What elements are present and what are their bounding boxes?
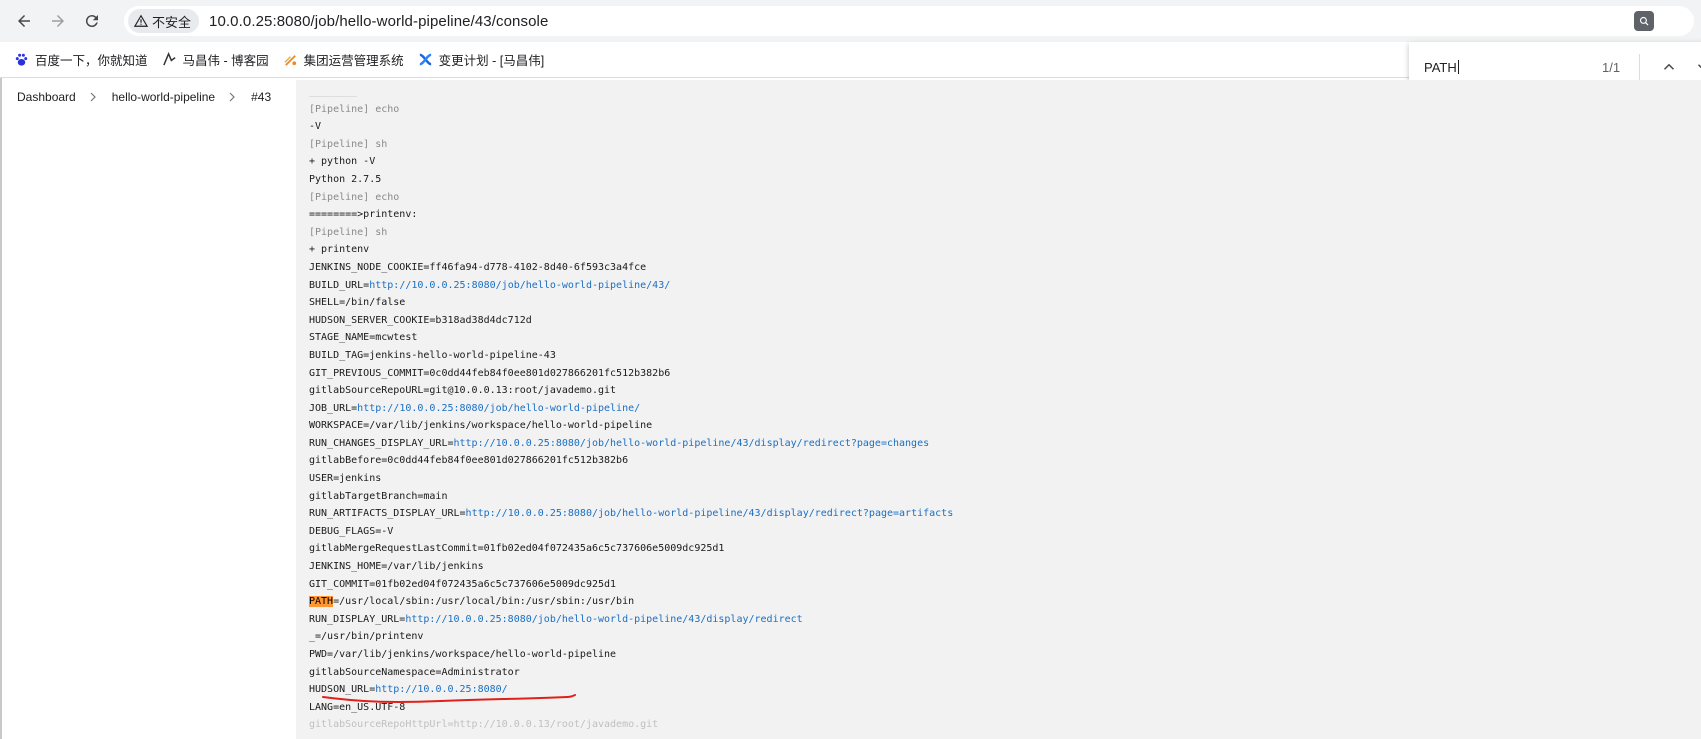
console-line: WORKSPACE=/var/lib/jenkins/workspace/hel… xyxy=(309,420,653,432)
console-line-path: PATH=/usr/local/sbin:/usr/local/bin:/usr… xyxy=(309,593,953,611)
console-line: _=/usr/bin/printenv xyxy=(309,631,424,643)
bookmark-label: 百度一下，你就知道 xyxy=(35,54,148,68)
console-line-env-url: RUN_ARTIFACTS_DISPLAY_URL=http://10.0.0.… xyxy=(309,505,953,523)
console-output: ________ [Pipeline] echo -V [Pipeline] sh +… xyxy=(296,80,1701,739)
env-url-link[interactable]: http://10.0.0.25:8080/job/hello-world-pi… xyxy=(454,438,930,449)
confluence-x-icon xyxy=(418,52,433,67)
console-line-pipeline-step: [Pipeline] echo xyxy=(309,191,400,203)
console-line: JENKINS_NODE_COOKIE=ff46fa94-d778-4102-8… xyxy=(309,261,647,273)
find-divider xyxy=(1639,54,1640,80)
console-line-env-url: RUN_DISPLAY_URL=http://10.0.0.25:8080/jo… xyxy=(309,611,953,629)
console-line-pipeline-step: [Pipeline] sh xyxy=(309,226,388,238)
breadcrumb-job[interactable]: hello-world-pipeline xyxy=(112,90,215,104)
find-match-highlight: PATH xyxy=(309,596,334,608)
env-key: RUN_ARTIFACTS_DISPLAY_URL= xyxy=(309,508,466,520)
side-panel xyxy=(0,115,296,739)
flame-logo-icon xyxy=(283,52,298,67)
console-line-env-url: BUILD_URL=http://10.0.0.25:8080/job/hell… xyxy=(309,277,953,295)
env-key: RUN_DISPLAY_URL= xyxy=(309,613,406,625)
console-line-pipeline-step: [Pipeline] echo xyxy=(309,103,400,115)
warning-triangle-icon xyxy=(134,14,148,27)
red-underline-annotation xyxy=(322,694,576,703)
console-line: GIT_COMMIT=01fb02ed04f072435a6c5c737606e… xyxy=(309,578,617,590)
console-line-faded: ________ xyxy=(309,86,358,97)
find-query: PATH xyxy=(1424,59,1457,75)
console-lines: ________ [Pipeline] echo -V [Pipeline] sh +… xyxy=(309,83,953,734)
forward-button[interactable] xyxy=(44,7,72,35)
path-value: =/usr/local/sbin:/usr/local/bin:/usr/sbi… xyxy=(333,596,635,608)
env-key: BUILD_URL= xyxy=(309,279,370,291)
console-line: + python -V xyxy=(309,156,376,168)
env-url-link[interactable]: http://10.0.0.25:8080/job/hello-world-pi… xyxy=(357,403,640,414)
console-line: STAGE_NAME=mcwtest xyxy=(309,332,418,344)
env-url-link[interactable]: http://10.0.0.25:8080/job/hello-world-pi… xyxy=(369,280,670,291)
chevron-up-icon[interactable] xyxy=(1660,58,1678,76)
chevron-down-icon[interactable] xyxy=(1694,58,1701,76)
console-line: DEBUG_FLAGS=-V xyxy=(309,525,394,537)
breadcrumb-build[interactable]: #43 xyxy=(251,90,271,104)
console-line: -V xyxy=(309,121,322,133)
console-line: HUDSON_SERVER_COOKIE=b318ad38d4dc712d xyxy=(309,314,532,326)
bookmark-change-plan[interactable]: 变更计划 - [马昌伟] xyxy=(418,50,545,69)
bookmark-group-ops[interactable]: 集团运营管理系统 xyxy=(283,50,404,69)
console-line: GIT_PREVIOUS_COMMIT=0c0dd44feb84f0ee801d… xyxy=(309,367,671,379)
find-input[interactable]: PATH xyxy=(1424,60,1584,75)
console-line-env-url: RUN_CHANGES_DISPLAY_URL=http://10.0.0.25… xyxy=(309,435,953,453)
chevron-right-icon xyxy=(227,90,241,104)
console-line: BUILD_TAG=jenkins-hello-world-pipeline-4… xyxy=(309,349,556,361)
baidu-paw-icon xyxy=(14,52,29,67)
bookmark-label: 变更计划 - [马昌伟] xyxy=(438,54,545,68)
cnblogs-icon xyxy=(162,52,177,67)
env-key: JOB_URL= xyxy=(309,402,358,414)
console-line: gitlabMergeRequestLastCommit=01fb02ed04f… xyxy=(309,543,725,555)
console-line: gitlabSourceNamespace=Administrator xyxy=(309,666,520,678)
reload-button[interactable] xyxy=(78,7,106,35)
back-button[interactable] xyxy=(10,7,38,35)
console-line: JENKINS_HOME=/var/lib/jenkins xyxy=(309,561,484,573)
reload-icon xyxy=(85,15,98,28)
window-edge xyxy=(0,78,2,739)
console-line: + printenv xyxy=(309,244,370,256)
console-line: ========>printenv: xyxy=(309,209,418,221)
find-match-count: 1/1 xyxy=(1602,59,1621,75)
text-caret xyxy=(1457,60,1459,74)
address-bar[interactable]: 不安全 10.0.0.25:8080/job/hello-world-pipel… xyxy=(124,6,1694,36)
arrow-left-icon xyxy=(18,15,30,27)
arrow-right-icon xyxy=(52,15,64,27)
find-in-page-button[interactable] xyxy=(1634,11,1654,31)
env-url-link[interactable]: http://10.0.0.25:8080/job/hello-world-pi… xyxy=(405,614,802,625)
console-line: PWD=/var/lib/jenkins/workspace/hello-wor… xyxy=(309,649,617,660)
env-key: RUN_CHANGES_DISPLAY_URL= xyxy=(309,437,454,449)
bookmark-label: 集团运营管理系统 xyxy=(303,54,404,68)
console-line: Python 2.7.5 xyxy=(309,173,382,185)
console-line-env-url: JOB_URL=http://10.0.0.25:8080/job/hello-… xyxy=(309,400,953,418)
bookmark-baidu[interactable]: 百度一下，你就知道 xyxy=(14,50,148,69)
browser-toolbar: 不安全 10.0.0.25:8080/job/hello-world-pipel… xyxy=(0,0,1701,42)
env-url-link[interactable]: http://10.0.0.25:8080/job/hello-world-pi… xyxy=(466,508,954,519)
url-text[interactable]: 10.0.0.25:8080/job/hello-world-pipeline/… xyxy=(209,13,548,30)
security-label: 不安全 xyxy=(152,14,192,30)
console-line: gitlabTargetBranch=main xyxy=(309,490,448,502)
console-line-pipeline-step: [Pipeline] sh xyxy=(309,138,388,150)
bookmark-cnblogs[interactable]: 马昌伟 - 博客园 xyxy=(162,50,269,69)
security-indicator[interactable]: 不安全 xyxy=(128,9,200,33)
console-line: SHELL=/bin/false xyxy=(309,297,406,309)
chevron-right-icon xyxy=(88,90,102,104)
find-in-page-icon xyxy=(1639,16,1649,26)
breadcrumb-dashboard[interactable]: Dashboard xyxy=(17,90,76,104)
console-line: USER=jenkins xyxy=(309,473,382,485)
console-line: gitlabBefore=0c0dd44feb84f0ee801d0278662… xyxy=(309,455,629,467)
console-line-faded: gitlabSourceRepoHttpUrl=http://10.0.0.13… xyxy=(309,719,659,731)
bookmark-label: 马昌伟 - 博客园 xyxy=(182,54,269,68)
console-line: gitlabSourceRepoURL=git@10.0.0.13:root/j… xyxy=(309,385,617,397)
